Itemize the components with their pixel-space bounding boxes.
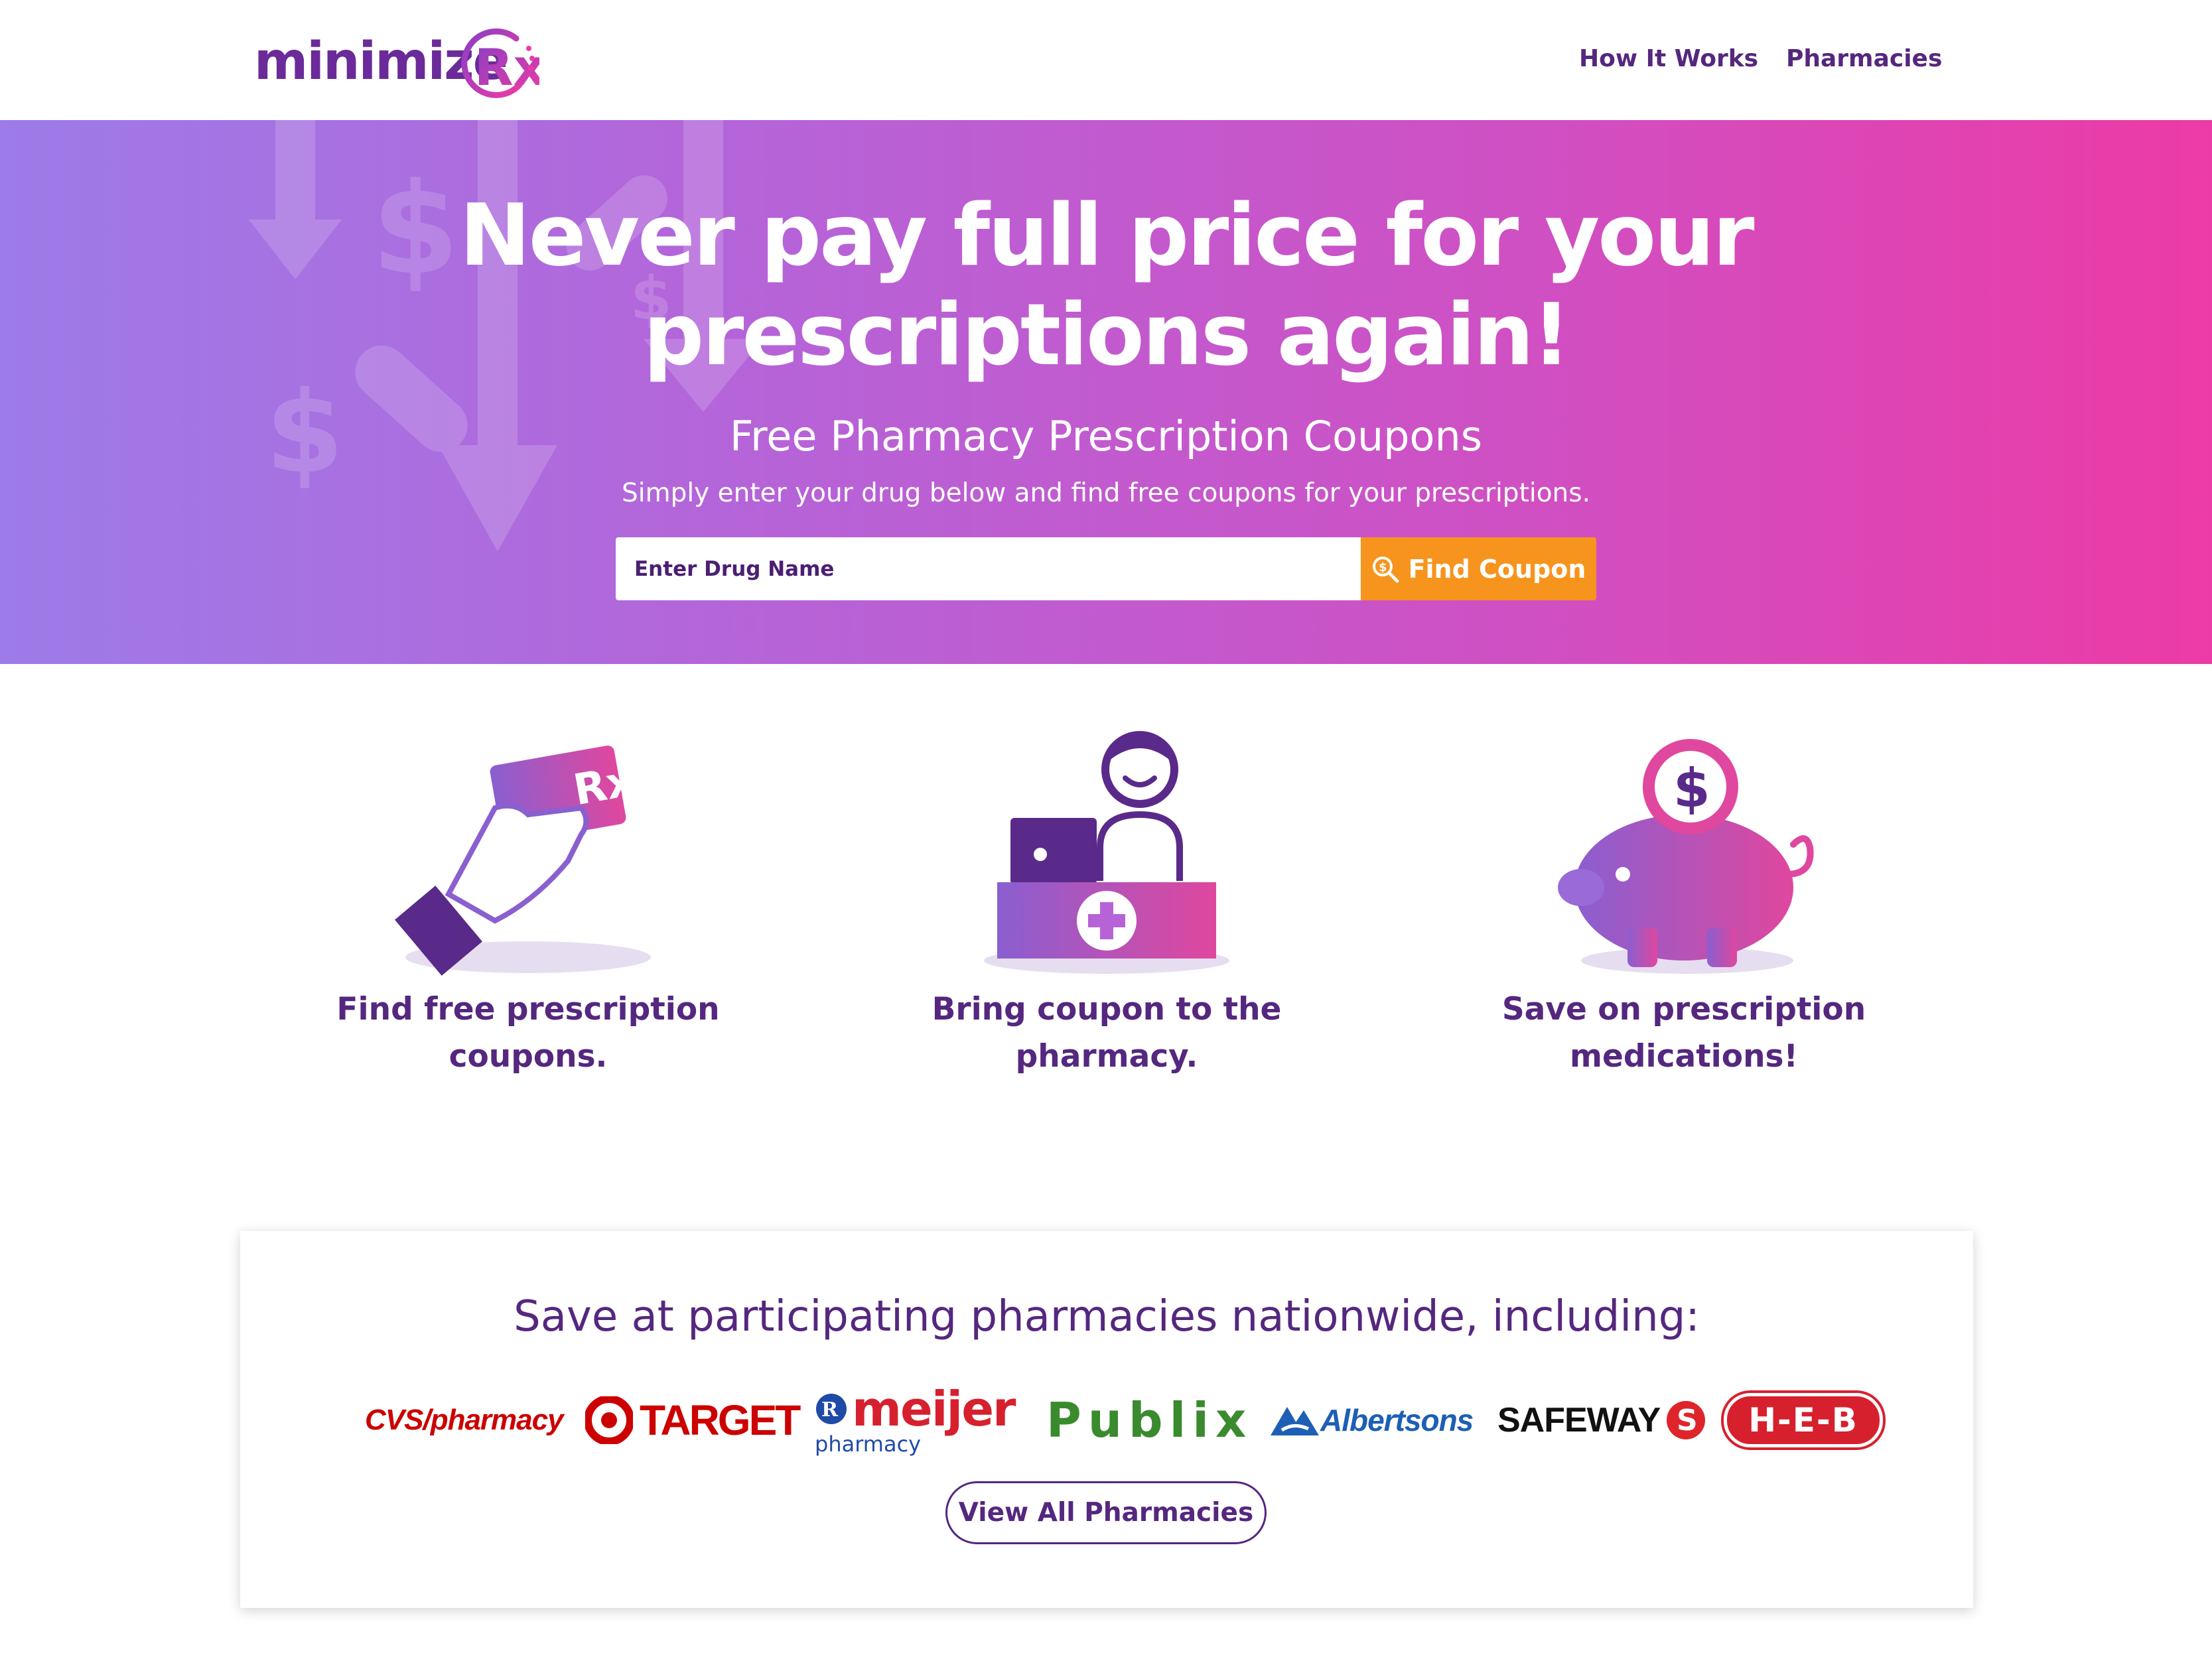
search-dollar-icon: $ (1372, 556, 1399, 582)
logo-rx-icon: Rx (461, 28, 539, 98)
find-coupon-button[interactable]: $ Find Coupon (1361, 537, 1596, 600)
hand-rx-card-icon: Rx (395, 745, 651, 976)
step-save-medications-label: Save on prescription medications! (1501, 991, 1866, 1075)
svg-text:$: $ (1379, 561, 1387, 574)
svg-text:R: R (821, 1398, 839, 1422)
hero-headline-line1: Never pay full price for your (459, 186, 1755, 285)
target-bullseye-icon (585, 1396, 633, 1444)
find-coupon-label: Find Coupon (1408, 554, 1586, 584)
site-logo[interactable]: minimize Rx (254, 19, 539, 105)
heb-logo: H-E-B (1724, 1377, 1883, 1463)
nav-how-it-works[interactable]: How It Works (1579, 45, 1758, 72)
svg-text:$: $ (1673, 758, 1710, 819)
pharmacy-logos: CVS/pharmacy TARGET R meijer pharmacy Pu… (240, 1377, 1973, 1463)
hero-headline-line2: prescriptions again! (643, 286, 1571, 385)
cvs-pharmacy-logo: CVS/pharmacy (365, 1404, 564, 1436)
hero-headline: Never pay full price for your prescripti… (0, 186, 2212, 385)
publix-logo: Publix (1046, 1392, 1253, 1448)
safeway-logo: SAFEWAY S (1497, 1377, 1706, 1463)
svg-text:S: S (1677, 1404, 1698, 1437)
drug-name-input[interactable] (616, 537, 1361, 600)
albertsons-logo: Albertsons (1267, 1377, 1474, 1463)
nav-pharmacies[interactable]: Pharmacies (1786, 45, 1942, 72)
view-all-pharmacies-button[interactable]: View All Pharmacies (945, 1481, 1267, 1544)
target-logo: TARGET (585, 1377, 801, 1463)
pharmacies-title: Save at participating pharmacies nationw… (514, 1292, 1700, 1341)
hero-section: $ $ $ Never pay full price for your pres… (0, 120, 2212, 664)
drug-search-form: $ Find Coupon (616, 537, 1596, 600)
site-header: minimize Rx How It Works Pharmacies (0, 0, 2212, 120)
meijer-pharmacy-logo: R meijer pharmacy (815, 1381, 1016, 1457)
meijer-rx-icon: R (816, 1394, 847, 1424)
step-find-coupons-label: Find free prescription coupons. (336, 991, 720, 1075)
safeway-s-icon: S (1667, 1401, 1706, 1439)
hero-subtitle: Free Pharmacy Prescription Coupons (729, 412, 1483, 460)
piggy-bank-icon: $ (1558, 739, 1814, 974)
pharmacist-counter-icon (984, 731, 1229, 974)
albertsons-a-icon (1271, 1407, 1319, 1435)
hero-description: Simply enter your drug below and find fr… (622, 478, 1590, 508)
pharmacies-card: Save at participating pharmacies nationw… (240, 1231, 1973, 1608)
step-bring-coupon-label: Bring coupon to the pharmacy. (932, 991, 1282, 1075)
